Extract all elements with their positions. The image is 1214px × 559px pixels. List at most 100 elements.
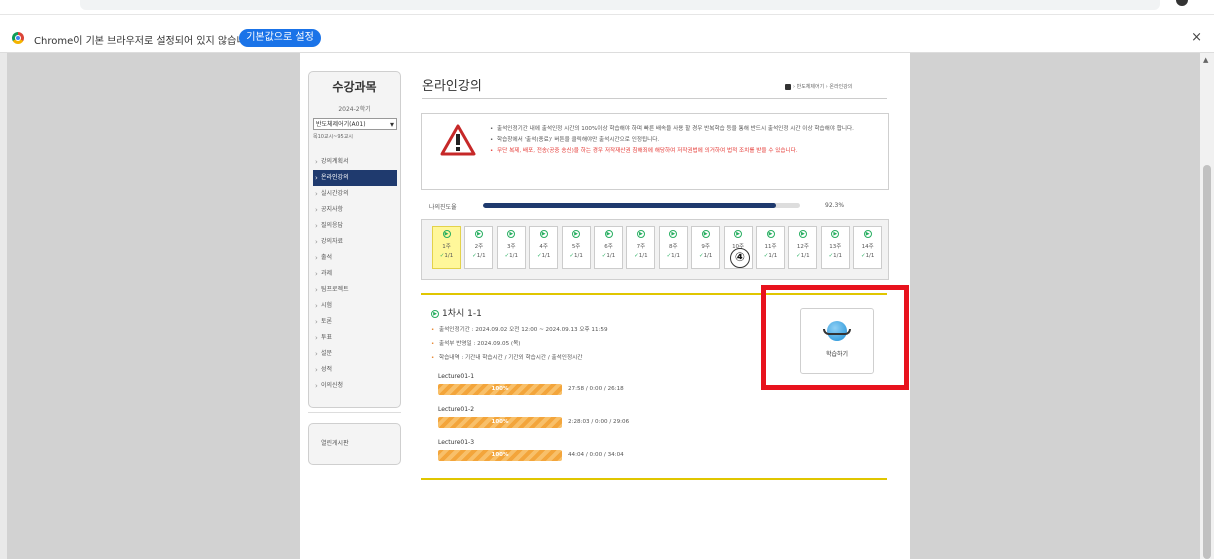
play-icon: ▶: [507, 230, 516, 238]
lecture-time: 44:04 / 0:00 / 34:04: [568, 452, 624, 458]
session-info-item: 출석인정기간 : 2024.09.02 오전 12:00 ~ 2024.09.1…: [431, 323, 771, 337]
week-card[interactable]: ▶ 3주 ✓1/1: [496, 226, 526, 269]
week-card[interactable]: ▶ 9주 ✓1/1: [691, 226, 721, 269]
play-icon: ▶: [572, 230, 581, 238]
week-card[interactable]: ▶ 7주 ✓1/1: [626, 226, 656, 269]
lecture-item: Lecture01-1 100% 27:58 / 0:00 / 26:18: [438, 373, 738, 396]
scroll-up-icon[interactable]: ▲: [1203, 56, 1208, 64]
sidebar-menu-item[interactable]: 성적: [313, 362, 397, 378]
week-card[interactable]: ▶ 11주 ✓1/1: [756, 226, 785, 269]
sidebar-menu-item[interactable]: 실시간강의: [313, 186, 397, 202]
week-card[interactable]: ▶ 8주 ✓1/1: [658, 226, 688, 269]
progress-percent: 92.3%: [825, 202, 845, 209]
play-icon: ▶: [669, 230, 678, 238]
sidebar-menu-item[interactable]: 강의자료: [313, 234, 397, 250]
week-label: 12주: [796, 244, 809, 250]
course-select[interactable]: 반도체제어기(A01) ▾: [313, 118, 397, 130]
week-card[interactable]: ▶ 6주 ✓1/1: [594, 226, 623, 269]
week-status-value: 1/1: [541, 253, 551, 259]
week-label: 7주: [636, 244, 646, 250]
week-status: ✓1/1: [660, 253, 687, 259]
infobar-message: Chrome이 기본 브라우저로 설정되어 있지 않습니다: [34, 36, 255, 47]
session-title-text: 1차시 1-1: [442, 309, 482, 319]
week-label: 11주: [764, 244, 777, 250]
warning-icon: [440, 124, 476, 156]
week-card[interactable]: ▶ 1주 ✓1/1: [432, 226, 461, 269]
week-card[interactable]: ▶ 4주 ✓1/1: [529, 226, 559, 269]
sidebar-menu-item[interactable]: 팀프로젝트: [313, 282, 397, 298]
breadcrumb-text[interactable]: › 반도체제어기 › 온라인강의: [793, 84, 852, 90]
sidebar-menu-item[interactable]: 토론: [313, 314, 397, 330]
open-board-link[interactable]: 열린게시판: [321, 438, 349, 447]
play-icon: ▶: [701, 230, 710, 238]
play-icon: ▶: [766, 230, 775, 238]
sidebar-menu-item[interactable]: 온라인강의: [313, 170, 397, 186]
close-icon[interactable]: ×: [1191, 30, 1202, 45]
progress-bar: [483, 203, 800, 208]
week-label: 14주: [861, 244, 874, 250]
week-status-value: 1/1: [865, 253, 875, 259]
session-title: ▶ 1차시 1-1: [431, 306, 482, 319]
week-label: 2주: [474, 244, 484, 250]
week-status: ✓1/1: [433, 253, 460, 259]
week-status-value: 1/1: [768, 253, 778, 259]
scrollbar[interactable]: ▲: [1200, 53, 1214, 559]
week-card[interactable]: ▶ 2주 ✓1/1: [464, 226, 494, 269]
week-status: ✓1/1: [563, 253, 590, 259]
sidebar-menu-item[interactable]: 투표: [313, 330, 397, 346]
sidebar-menu-item[interactable]: 이의신청: [313, 378, 397, 394]
play-icon: ▶: [604, 230, 613, 238]
lecture-progress-bar: 100%: [438, 417, 562, 428]
week-status-value: 1/1: [671, 253, 681, 259]
lecture-item: Lecture01-3 100% 44:04 / 0:00 / 34:04: [438, 439, 738, 462]
sidebar-menu-item[interactable]: 과제: [313, 266, 397, 282]
lecture-progress-bar: 100%: [438, 450, 562, 461]
week-label: 4주: [539, 244, 548, 250]
title-divider: [422, 98, 887, 99]
week-status: ✓1/1: [498, 253, 525, 259]
course-sidebar: 수강과목 2024-2학기 반도체제어기(A01) ▾ 목10교시~95교시 강…: [308, 71, 401, 408]
address-bar[interactable]: [80, 0, 1160, 10]
sidebar-menu-item[interactable]: 질의응답: [313, 218, 397, 234]
week-card[interactable]: ▶ 5주 ✓1/1: [561, 226, 591, 269]
play-icon: ▶: [442, 230, 451, 238]
play-icon: ▶: [831, 230, 840, 238]
sidebar-menu-item[interactable]: 설문: [313, 346, 397, 362]
content-panel: 수강과목 2024-2학기 반도체제어기(A01) ▾ 목10교시~95교시 강…: [300, 53, 910, 559]
sidebar-menu-item[interactable]: 시험: [313, 298, 397, 314]
week-status-value: 1/1: [800, 253, 810, 259]
course-select-value: 반도체제어기(A01): [316, 121, 366, 128]
set-default-button[interactable]: 기본값으로 설정: [239, 29, 321, 47]
week-card[interactable]: ▶ 14주 ✓1/1: [853, 226, 883, 269]
semester-label: 2024-2학기: [338, 106, 371, 113]
weeks-grid: ▶ 1주 ✓1/1 ▶ 2주 ✓1/1 ▶ 3주 ✓1/1 ▶ 4주 ✓1/1 ▶ 5주 ✓1/1 ▶ 6주 ✓1…: [421, 219, 889, 280]
lecture-progress-bar: 100%: [438, 384, 562, 395]
step-marker: ④: [730, 248, 750, 268]
play-icon: ▶: [734, 230, 743, 238]
page-title: 온라인강의: [422, 79, 482, 94]
home-icon[interactable]: [785, 83, 791, 90]
notice-list: 출석인정기간 내에 출석인정 시간의 100%이상 학습해야 하며 빠른 배속을…: [490, 125, 880, 158]
sidebar-menu-item[interactable]: 강의계획서: [313, 154, 397, 170]
sidebar-menu: 강의계획서온라인강의실시간강의공지사항질의응답강의자료출석과제팀프로젝트시험토론…: [313, 154, 397, 394]
session-info-item: 출석부 반영일 : 2024.09.05 (목): [431, 337, 771, 351]
scrollbar-thumb[interactable]: [1203, 165, 1211, 559]
week-card[interactable]: ▶ 13주 ✓1/1: [820, 226, 850, 269]
week-card[interactable]: ▶ 12주 ✓1/1: [788, 226, 818, 269]
notice-item: 무단 복제, 배포, 전송(공중 송신)을 하는 경우 저작재산권 침해죄에 해…: [490, 147, 880, 155]
course-schedule: 목10교시~95교시: [313, 134, 353, 140]
sidebar-menu-item[interactable]: 출석: [313, 250, 397, 266]
play-icon: ▶: [539, 230, 548, 238]
progress-fill: [483, 203, 776, 208]
profile-avatar[interactable]: [1176, 0, 1188, 6]
week-status: ✓1/1: [789, 253, 816, 259]
session-info-list: 출석인정기간 : 2024.09.02 오전 12:00 ~ 2024.09.1…: [431, 323, 771, 365]
week-status: ✓1/1: [822, 253, 849, 259]
lecture-progress-row: 100% 27:58 / 0:00 / 26:18: [438, 384, 738, 396]
week-label: 3주: [507, 244, 516, 250]
open-board-box[interactable]: 열린게시판: [308, 423, 401, 465]
session-bottom-border: [421, 478, 887, 480]
highlight-annotation: [761, 285, 909, 390]
play-icon: ▶: [798, 230, 807, 238]
sidebar-menu-item[interactable]: 공지사항: [313, 202, 397, 218]
